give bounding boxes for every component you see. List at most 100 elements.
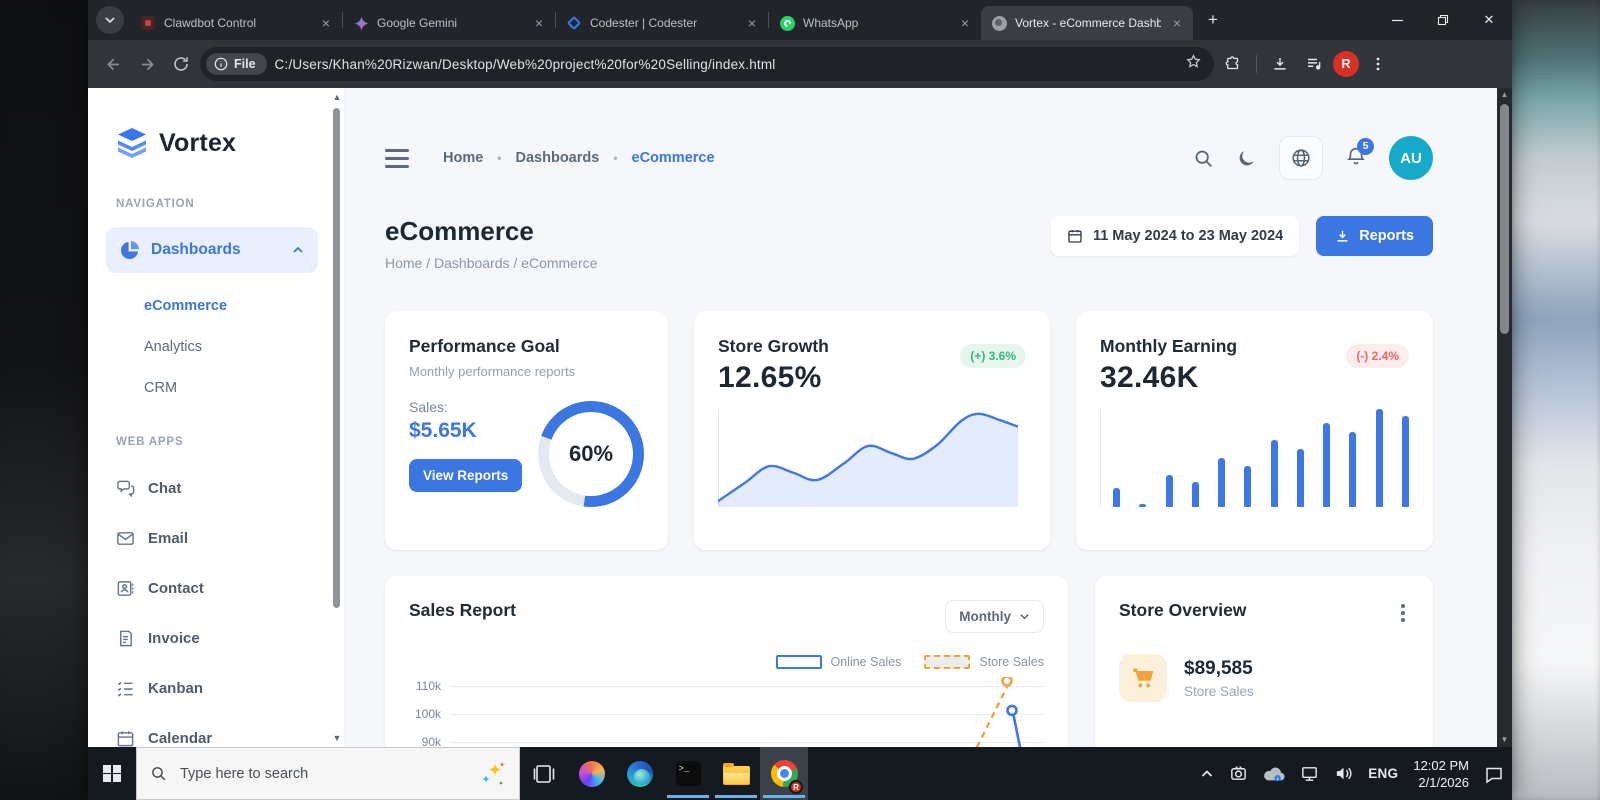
tab-search-button[interactable] (96, 6, 124, 34)
search-icon[interactable] (1193, 148, 1214, 169)
downloads-button[interactable] (1265, 49, 1295, 79)
tab-title: Clawdbot Control (164, 16, 310, 30)
sales-line-chart: 110k 100k 90k (409, 677, 1044, 747)
reports-button[interactable]: Reports (1316, 216, 1433, 256)
tray-expand-button[interactable] (1200, 767, 1214, 781)
language-selector[interactable] (1279, 136, 1323, 180)
window-minimize-button[interactable] (1374, 0, 1420, 40)
breadcrumb-dashboards[interactable]: Dashboards (516, 150, 600, 166)
info-icon (214, 57, 228, 71)
bookmark-star-button[interactable] (1185, 53, 1202, 75)
sidebar-scrollbar-thumb[interactable] (333, 108, 340, 608)
sidebar-item-email[interactable]: Email (116, 529, 330, 548)
sidebar-item-contact[interactable]: Contact (116, 579, 330, 598)
y-axis-tick: 100k (409, 707, 441, 721)
reload-button[interactable] (166, 49, 196, 79)
sidebar-item-label: Chat (148, 480, 181, 497)
star-icon (1185, 53, 1202, 70)
scroll-down-arrow-icon[interactable]: ▼ (332, 733, 342, 743)
start-button[interactable] (88, 747, 136, 800)
browser-tab-strip: Clawdbot Control × Google Gemini × Codes… (88, 0, 1512, 40)
taskbar-search-box[interactable] (136, 747, 520, 800)
file-explorer-icon (723, 766, 750, 785)
tab-close-icon[interactable]: × (957, 15, 973, 31)
page-header: eCommerce Home / Dashboards / eCommerce … (385, 216, 1433, 271)
store-growth-value: 12.65% (718, 361, 829, 395)
scroll-up-arrow-icon[interactable]: ▲ (332, 92, 342, 102)
scroll-up-arrow-icon[interactable]: ▲ (1497, 88, 1512, 102)
sidebar-scrollbar[interactable]: ▲ ▼ (332, 92, 342, 743)
monthly-earning-value: 32.46K (1100, 361, 1237, 395)
date-range-picker[interactable]: 11 May 2024 to 23 May 2024 (1051, 216, 1299, 256)
hamburger-menu-icon[interactable] (385, 149, 409, 168)
sales-report-card: Sales Report Monthly Online Sales Store … (385, 576, 1068, 747)
address-bar[interactable]: File C:/Users/Khan%20Rizwan/Desktop/Web%… (200, 47, 1214, 81)
task-view-button[interactable] (520, 747, 568, 800)
breadcrumb-home[interactable]: Home (443, 150, 483, 166)
tab-close-icon[interactable]: × (531, 15, 547, 31)
tray-capture-button[interactable] (1229, 764, 1248, 783)
extensions-button[interactable] (1218, 49, 1248, 79)
sidebar-subitem-ecommerce[interactable]: eCommerce (144, 298, 330, 314)
window-restore-button[interactable] (1420, 0, 1466, 40)
y-axis-tick: 110k (409, 679, 441, 693)
invoice-icon (116, 629, 135, 648)
tab-gemini[interactable]: Google Gemini × (343, 6, 555, 40)
sidebar-item-invoice[interactable]: Invoice (116, 629, 330, 648)
download-icon (1335, 229, 1350, 244)
onedrive-button[interactable] (1263, 766, 1285, 782)
sidebar-subitem-analytics[interactable]: Analytics (144, 339, 330, 355)
browser-page-scrollbar[interactable]: ▲ ▼ (1497, 88, 1512, 747)
tab-whatsapp[interactable]: WhatsApp × (769, 6, 981, 40)
calendar-icon (1067, 228, 1083, 244)
copilot-button[interactable] (568, 747, 616, 800)
chevron-down-icon (105, 15, 115, 25)
notifications-button[interactable]: 5 (1345, 145, 1367, 172)
volume-button[interactable] (1334, 764, 1353, 783)
tab-clawdbot[interactable]: Clawdbot Control × (130, 6, 342, 40)
language-indicator[interactable]: ENG (1368, 766, 1398, 781)
sales-value: $5.65K (409, 419, 538, 443)
card-menu-button[interactable] (1397, 600, 1409, 626)
lower-card-row: Sales Report Monthly Online Sales Store … (385, 576, 1433, 747)
action-center-button[interactable] (1484, 764, 1504, 784)
back-button[interactable] (98, 49, 128, 79)
period-dropdown[interactable]: Monthly (945, 600, 1044, 633)
view-reports-button[interactable]: View Reports (409, 459, 522, 492)
network-button[interactable] (1300, 764, 1319, 783)
brand[interactable]: Vortex (116, 128, 330, 158)
window-close-button[interactable]: ✕ (1466, 0, 1512, 40)
sidebar-subitem-crm[interactable]: CRM (144, 380, 330, 396)
chrome-button[interactable]: R (760, 747, 808, 800)
url-scheme-chip[interactable]: File (206, 53, 267, 75)
tab-codester[interactable]: Codester | Codester × (556, 6, 768, 40)
edge-button[interactable] (616, 747, 664, 800)
chevron-down-icon (1019, 611, 1030, 622)
sidebar-item-kanban[interactable]: Kanban (116, 679, 330, 698)
globe-icon (1290, 147, 1312, 169)
new-tab-button[interactable]: + (1199, 6, 1227, 34)
forward-button[interactable] (132, 49, 162, 79)
moon-icon[interactable] (1236, 148, 1257, 169)
tab-close-icon[interactable]: × (744, 15, 760, 31)
tab-vortex-active[interactable]: Vortex - eCommerce Dashbo × (981, 6, 1193, 40)
scroll-down-arrow-icon[interactable]: ▼ (1497, 733, 1512, 747)
sidebar-item-calendar[interactable]: Calendar (116, 729, 330, 747)
command-prompt-button[interactable]: >_ (664, 747, 712, 800)
breadcrumb-ecommerce[interactable]: eCommerce (632, 150, 715, 166)
tab-close-icon[interactable]: × (1169, 15, 1185, 31)
tab-close-icon[interactable]: × (318, 15, 334, 31)
sidebar-item-chat[interactable]: Chat (116, 479, 330, 498)
stats-card-row: Performance Goal Monthly performance rep… (385, 311, 1433, 550)
sidebar-item-label: Calendar (148, 730, 212, 747)
clock[interactable]: 12:02 PM 2/1/2026 (1413, 757, 1469, 791)
search-input[interactable] (178, 765, 469, 783)
page-scrollbar-thumb[interactable] (1500, 104, 1509, 334)
media-controls-button[interactable] (1299, 49, 1329, 79)
user-avatar[interactable]: AU (1389, 136, 1433, 180)
breadcrumb-separator: • (613, 151, 617, 165)
browser-menu-button[interactable] (1363, 49, 1393, 79)
file-explorer-button[interactable] (712, 747, 760, 800)
browser-profile-avatar[interactable]: R (1333, 51, 1359, 77)
sidebar-item-dashboards[interactable]: Dashboards (106, 227, 318, 273)
